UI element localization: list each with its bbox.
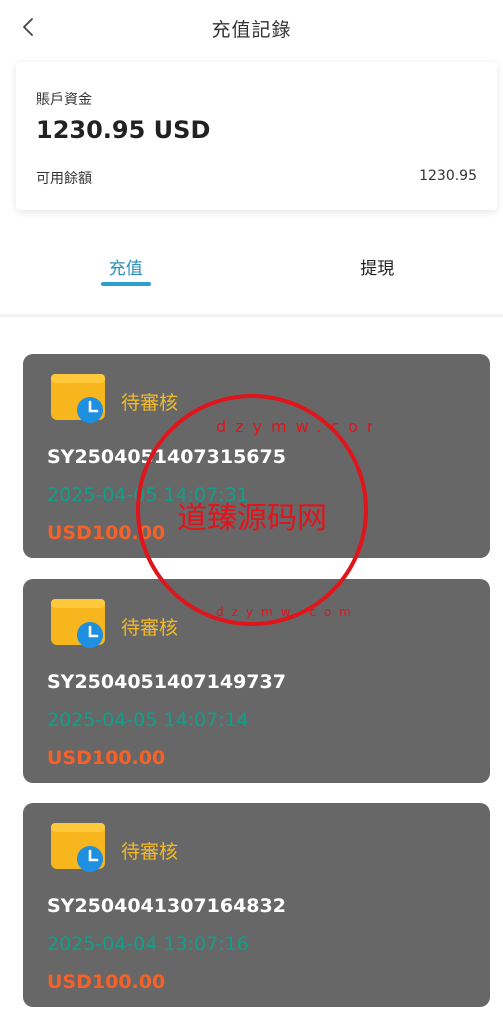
pending-clock-icon: [51, 374, 105, 423]
available-balance-value: 1230.95: [419, 168, 477, 184]
account-funds-amount: 1230.95 USD: [36, 116, 211, 144]
record-status: 待審核: [121, 617, 179, 639]
tab-withdraw[interactable]: 提現: [252, 236, 503, 296]
pending-clock-icon: [51, 823, 105, 872]
record-time: 2025-04-05 14:07:14: [47, 709, 249, 731]
record-tabs: 充值 提現: [0, 236, 503, 296]
record-amount: USD100.00: [47, 971, 166, 993]
record-status: 待審核: [121, 841, 179, 863]
chevron-left-icon: [23, 18, 33, 36]
account-funds-label: 賬戶資金: [36, 92, 92, 108]
active-tab-indicator: [100, 282, 151, 286]
record-order-id: SY2504051407149737: [47, 671, 286, 693]
back-button[interactable]: [14, 12, 42, 42]
record-order-id: SY2504041307164832: [47, 895, 286, 917]
tab-withdraw-label: 提現: [360, 259, 395, 279]
available-balance-label: 可用餘額: [36, 171, 92, 187]
pending-clock-icon: [51, 599, 105, 648]
recharge-records-page: 充值記錄 賬戶資金 1230.95 USD 可用餘額 1230.95 充值 提現…: [0, 0, 503, 1024]
record-amount: USD100.00: [47, 747, 166, 769]
record-amount: USD100.00: [47, 522, 166, 544]
record-status: 待審核: [121, 392, 179, 414]
account-card: 賬戶資金 1230.95 USD 可用餘額 1230.95: [16, 62, 497, 210]
record-order-id: SY2504051407315675: [47, 446, 286, 468]
record-item[interactable]: 待審核 SY2504051407149737 2025-04-05 14:07:…: [23, 579, 490, 783]
record-item[interactable]: 待審核 SY2504051407315675 2025-04-05 14:07:…: [23, 354, 490, 558]
record-item[interactable]: 待審核 SY2504041307164832 2025-04-04 13:07:…: [23, 803, 490, 1007]
record-time: 2025-04-04 13:07:16: [47, 933, 249, 955]
page-title: 充值記錄: [211, 18, 292, 41]
tab-recharge[interactable]: 充值: [0, 236, 252, 296]
tab-recharge-label: 充值: [108, 259, 143, 279]
divider: [0, 314, 503, 317]
header: 充值記錄: [0, 0, 503, 56]
record-time: 2025-04-05 14:07:31: [47, 484, 249, 506]
